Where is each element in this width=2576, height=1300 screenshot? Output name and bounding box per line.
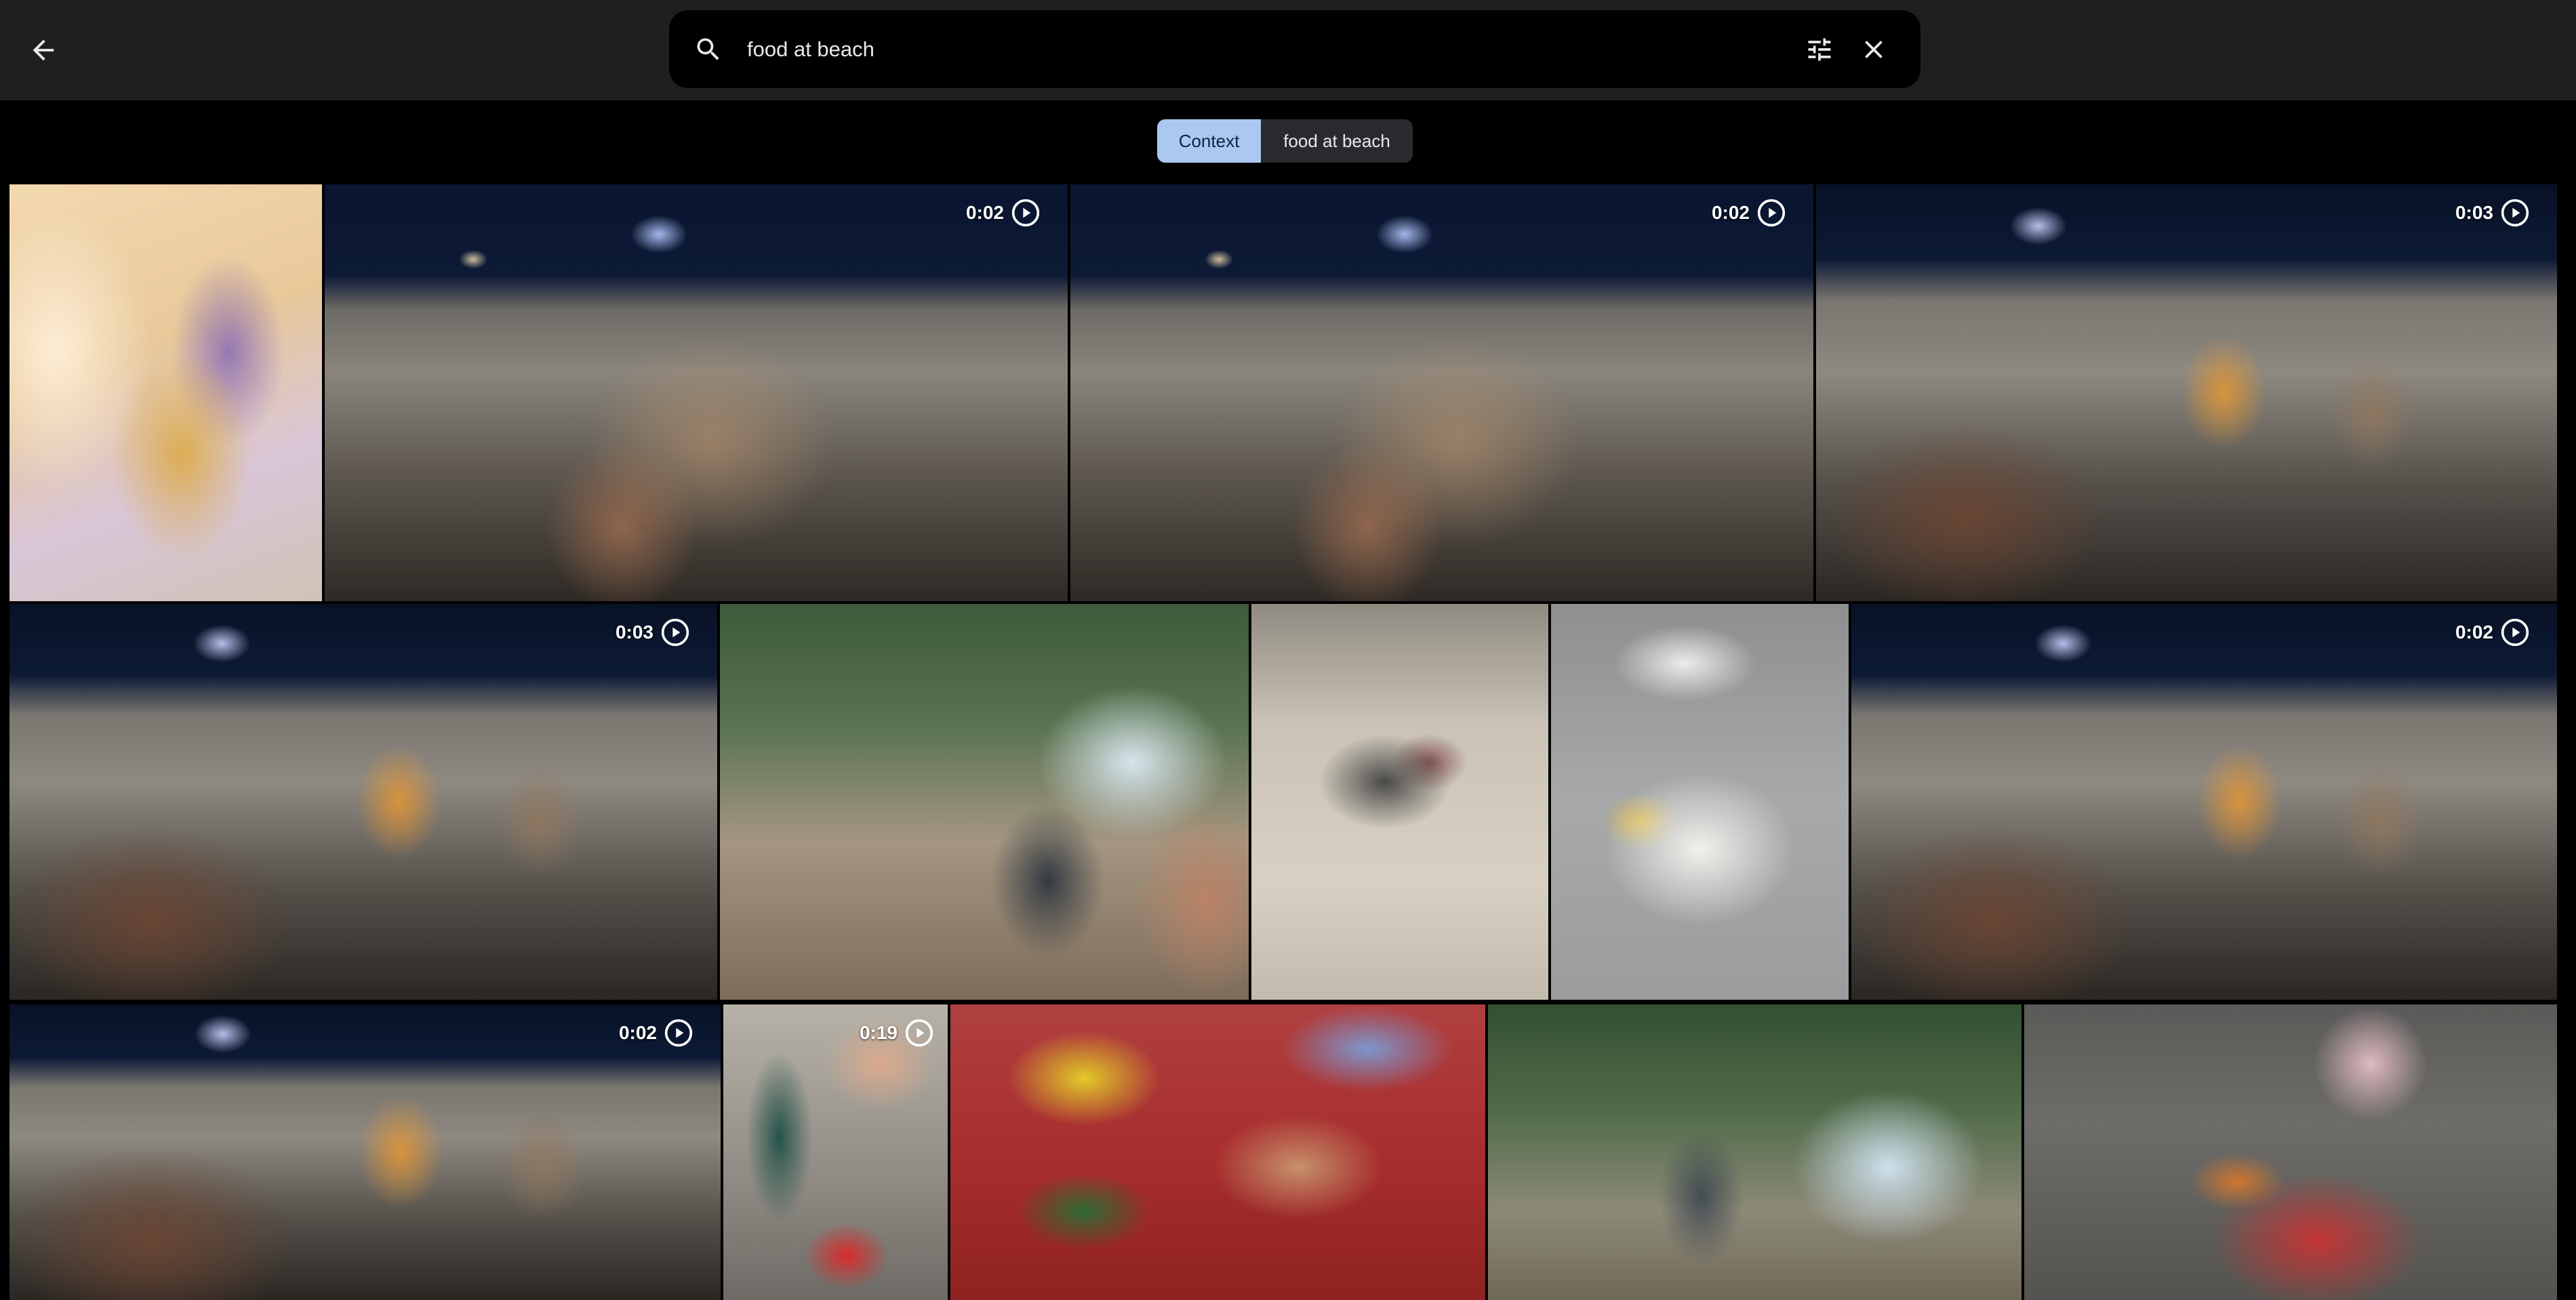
result-photo[interactable] xyxy=(950,1004,1485,1300)
result-photo[interactable] xyxy=(2024,1004,2557,1300)
video-duration-badge: 0:03 xyxy=(2455,198,2530,228)
play-circle-icon xyxy=(664,1019,693,1047)
play-circle-icon xyxy=(2501,618,2529,647)
clear-search-button[interactable] xyxy=(1853,29,1894,70)
back-button[interactable] xyxy=(20,27,66,73)
video-duration-badge: 0:02 xyxy=(619,1018,693,1048)
search-chips: Context food at beach xyxy=(1157,119,1413,163)
video-duration: 0:02 xyxy=(2455,622,2493,643)
result-video[interactable]: 0:03 xyxy=(1816,184,2557,601)
play-circle-icon xyxy=(1011,199,1040,227)
video-duration: 0:19 xyxy=(859,1022,898,1043)
result-video[interactable]: 0:03 xyxy=(9,604,717,1000)
search-input[interactable] xyxy=(747,10,1764,88)
play-circle-icon xyxy=(661,618,689,647)
result-photo[interactable] xyxy=(1488,1004,2021,1300)
video-duration-badge: 0:19 xyxy=(860,1018,934,1048)
video-duration-badge: 0:02 xyxy=(966,198,1041,228)
result-photo[interactable] xyxy=(1251,604,1548,1000)
result-video[interactable]: 0:19 xyxy=(723,1004,948,1300)
play-circle-icon xyxy=(2501,199,2529,227)
video-duration-badge: 0:02 xyxy=(2455,617,2530,647)
video-duration-badge: 0:02 xyxy=(1712,198,1786,228)
video-duration: 0:02 xyxy=(618,1022,657,1043)
video-duration: 0:02 xyxy=(1711,202,1750,223)
app-header xyxy=(0,0,2576,100)
play-circle-icon xyxy=(905,1019,933,1047)
result-photo[interactable] xyxy=(1551,604,1849,1000)
result-video[interactable]: 0:02 xyxy=(325,184,1068,601)
search-icon xyxy=(689,31,727,68)
play-circle-icon xyxy=(1757,199,1786,227)
video-duration: 0:02 xyxy=(965,202,1004,223)
sliders-icon xyxy=(1808,38,1831,61)
arrow-left-icon xyxy=(33,39,54,61)
video-duration: 0:03 xyxy=(615,622,653,643)
chip-query[interactable]: food at beach xyxy=(1261,119,1413,163)
result-video[interactable]: 0:02 xyxy=(9,1004,721,1300)
video-duration: 0:03 xyxy=(2455,202,2493,223)
video-duration-badge: 0:03 xyxy=(616,617,690,647)
chip-context[interactable]: Context xyxy=(1157,119,1261,163)
result-photo[interactable] xyxy=(9,184,322,601)
result-video[interactable]: 0:02 xyxy=(1070,184,1813,601)
result-photo[interactable] xyxy=(720,604,1249,1000)
result-video[interactable]: 0:02 xyxy=(1851,604,2557,1000)
filter-button[interactable] xyxy=(1799,29,1840,70)
close-icon xyxy=(1865,41,1883,58)
search-bar xyxy=(669,10,1920,88)
